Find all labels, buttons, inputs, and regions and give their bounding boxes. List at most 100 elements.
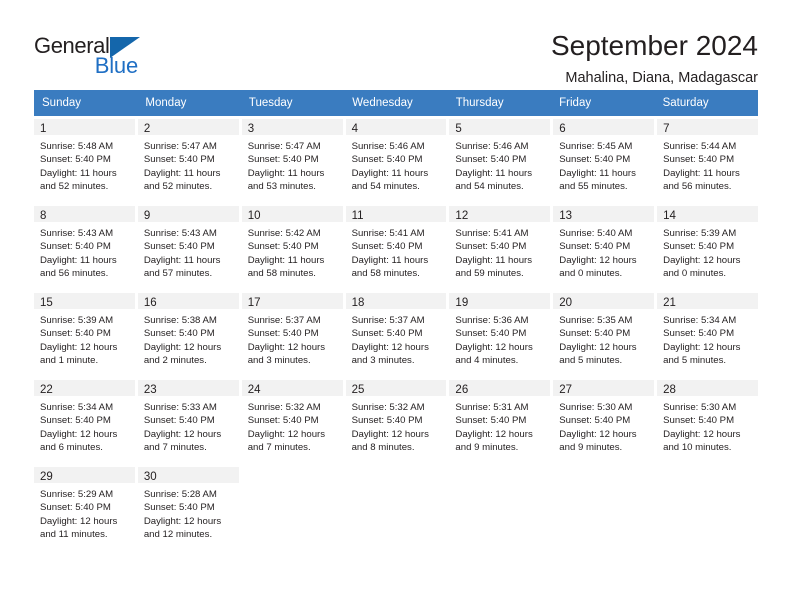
- sunset-text: Sunset: 5:40 PM: [40, 502, 111, 514]
- day-number: 8: [40, 210, 47, 222]
- day-cell[interactable]: 17 Sunrise: 5:37 AM Sunset: 5:40 PM Dayligh…: [241, 293, 343, 377]
- day-cell[interactable]: 12 Sunrise: 5:41 AM Sunset: 5:40 PM Dayligh…: [449, 206, 551, 290]
- weekday-friday: Friday: [559, 97, 592, 109]
- day-details: Sunrise: 5:47 AM Sunset: 5:40 PM Daylight:…: [242, 135, 343, 194]
- sunset-text: Sunset: 5:40 PM: [247, 154, 319, 166]
- day-cell[interactable]: 25 Sunrise: 5:32 AM Sunset: 5:40 PM Dayligh…: [345, 380, 447, 464]
- day-cell[interactable]: 7 Sunrise: 5:44 AM Sunset: 5:40 PM Daylight…: [657, 119, 758, 203]
- day-cell[interactable]: 14 Sunrise: 5:39 AM Sunset: 5:40 PM Dayligh…: [657, 206, 758, 290]
- daylight-text: Daylight: 11 hours and 52 minutes.: [143, 167, 221, 193]
- day-cell[interactable]: 24 Sunrise: 5:32 AM Sunset: 5:40 PM Dayligh…: [241, 380, 343, 464]
- day-cell[interactable]: 27 Sunrise: 5:30 AM Sunset: 5:40 PM Dayligh…: [553, 380, 655, 464]
- day-number: 13: [559, 210, 573, 222]
- day-cell[interactable]: 29 Sunrise: 5:29 AM Sunset: 5:40 PM Dayligh…: [34, 467, 135, 551]
- day-details: Sunrise: 5:46 AM Sunset: 5:40 PM Daylight:…: [449, 135, 550, 194]
- day-cell[interactable]: 11 Sunrise: 5:41 AM Sunset: 5:40 PM Dayligh…: [345, 206, 447, 290]
- day-number: 18: [351, 297, 365, 309]
- daylight-text: Daylight: 12 hours and 10 minutes.: [663, 428, 741, 454]
- day-details: Sunrise: 5:44 AM Sunset: 5:40 PM Daylight:…: [657, 135, 758, 194]
- sunset-text: Sunset: 5:40 PM: [247, 241, 319, 253]
- daylight-text: Daylight: 12 hours and 4 minutes.: [455, 341, 533, 367]
- day-cell[interactable]: 30 Sunrise: 5:28 AM Sunset: 5:40 PM Dayligh…: [137, 467, 239, 551]
- day-details: Sunrise: 5:43 AM Sunset: 5:40 PM Daylight:…: [138, 222, 239, 281]
- day-number: 26: [455, 384, 469, 396]
- daylight-text: Daylight: 11 hours and 59 minutes.: [455, 254, 533, 280]
- day-cell[interactable]: 13 Sunrise: 5:40 AM Sunset: 5:40 PM Dayligh…: [553, 206, 655, 290]
- sunrise-text: Sunrise: 5:41 AM: [455, 228, 529, 239]
- day-number: 15: [40, 297, 53, 309]
- day-number: 16: [143, 297, 157, 309]
- sunrise-text: Sunrise: 5:47 AM: [247, 141, 321, 152]
- sunrise-text: Sunrise: 5:29 AM: [40, 489, 114, 500]
- day-number-band: [553, 467, 654, 483]
- day-details: Sunrise: 5:42 AM Sunset: 5:40 PM Daylight:…: [242, 222, 343, 281]
- week-row: 29 Sunrise: 5:29 AM Sunset: 5:40 PM Dayligh…: [34, 467, 758, 551]
- day-cell[interactable]: 4 Sunrise: 5:46 AM Sunset: 5:40 PM Daylight…: [345, 119, 447, 203]
- weekday-sunday: Sunday: [42, 97, 82, 109]
- day-number-band: 1: [34, 119, 135, 135]
- calendar-grid: Sunday Monday Tuesday Wednesday Thursday…: [34, 90, 758, 551]
- day-cell[interactable]: 16 Sunrise: 5:38 AM Sunset: 5:40 PM Dayligh…: [137, 293, 239, 377]
- sunset-text: Sunset: 5:40 PM: [455, 154, 527, 166]
- day-cell[interactable]: 23 Sunrise: 5:33 AM Sunset: 5:40 PM Dayligh…: [137, 380, 239, 464]
- daylight-text: Daylight: 11 hours and 58 minutes.: [351, 254, 429, 280]
- general-blue-logo[interactable]: General Blue: [34, 30, 154, 77]
- day-cell[interactable]: 21 Sunrise: 5:34 AM Sunset: 5:40 PM Dayligh…: [657, 293, 758, 377]
- sunset-text: Sunset: 5:40 PM: [351, 415, 423, 427]
- week-row: 8 Sunrise: 5:43 AM Sunset: 5:40 PM Daylight…: [34, 206, 758, 290]
- daylight-text: Daylight: 12 hours and 3 minutes.: [351, 341, 429, 367]
- day-cell[interactable]: 9 Sunrise: 5:43 AM Sunset: 5:40 PM Daylight…: [137, 206, 239, 290]
- day-number-band: 12: [449, 206, 551, 222]
- day-number: 4: [351, 123, 358, 135]
- sunrise-text: Sunrise: 5:32 AM: [351, 402, 425, 413]
- sunset-text: Sunset: 5:40 PM: [40, 241, 111, 253]
- day-cell[interactable]: 15 Sunrise: 5:39 AM Sunset: 5:40 PM Dayligh…: [34, 293, 135, 377]
- sunrise-text: Sunrise: 5:43 AM: [40, 228, 114, 239]
- day-details: Sunrise: 5:28 AM Sunset: 5:40 PM Daylight:…: [138, 483, 239, 542]
- daylight-text: Daylight: 12 hours and 2 minutes.: [143, 341, 222, 367]
- sunrise-text: Sunrise: 5:46 AM: [455, 141, 529, 152]
- day-number: 10: [247, 210, 261, 222]
- day-number-band: 28: [657, 380, 758, 396]
- daylight-text: Daylight: 12 hours and 7 minutes.: [143, 428, 222, 454]
- day-number: 12: [455, 210, 469, 222]
- day-cell[interactable]: 5 Sunrise: 5:46 AM Sunset: 5:40 PM Daylight…: [449, 119, 551, 203]
- daylight-text: Daylight: 11 hours and 53 minutes.: [247, 167, 325, 193]
- day-cell-empty: [449, 467, 551, 551]
- day-cell[interactable]: 3 Sunrise: 5:47 AM Sunset: 5:40 PM Daylight…: [241, 119, 343, 203]
- sunset-text: Sunset: 5:40 PM: [40, 415, 111, 427]
- day-cell[interactable]: 6 Sunrise: 5:45 AM Sunset: 5:40 PM Daylight…: [553, 119, 655, 203]
- weekday-tuesday: Tuesday: [248, 97, 293, 109]
- day-number-band: 27: [553, 380, 655, 396]
- day-cell[interactable]: 20 Sunrise: 5:35 AM Sunset: 5:40 PM Dayligh…: [553, 293, 655, 377]
- sunrise-text: Sunrise: 5:28 AM: [143, 489, 217, 500]
- day-cell[interactable]: 8 Sunrise: 5:43 AM Sunset: 5:40 PM Daylight…: [34, 206, 135, 290]
- day-cell[interactable]: 22 Sunrise: 5:34 AM Sunset: 5:40 PM Dayligh…: [34, 380, 135, 464]
- day-number: 14: [663, 210, 676, 222]
- day-number: 9: [143, 210, 151, 222]
- day-cell[interactable]: 18 Sunrise: 5:37 AM Sunset: 5:40 PM Dayligh…: [345, 293, 447, 377]
- sunrise-text: Sunrise: 5:40 AM: [559, 228, 633, 239]
- weekday-header-row: Sunday Monday Tuesday Wednesday Thursday…: [34, 90, 758, 116]
- day-details: Sunrise: 5:47 AM Sunset: 5:40 PM Daylight:…: [138, 135, 239, 194]
- day-number-band: 29: [34, 467, 135, 483]
- sunset-text: Sunset: 5:40 PM: [143, 502, 215, 514]
- daylight-text: Daylight: 12 hours and 5 minutes.: [559, 341, 637, 367]
- day-details: Sunrise: 5:30 AM Sunset: 5:40 PM Daylight:…: [657, 396, 758, 455]
- day-cell[interactable]: 28 Sunrise: 5:30 AM Sunset: 5:40 PM Dayligh…: [657, 380, 758, 464]
- page-header: General Blue September 2024 Mahalina, Di…: [0, 0, 792, 86]
- day-cell[interactable]: 2 Sunrise: 5:47 AM Sunset: 5:40 PM Daylight…: [137, 119, 239, 203]
- day-cell[interactable]: 10 Sunrise: 5:42 AM Sunset: 5:40 PM Dayligh…: [241, 206, 343, 290]
- day-cell[interactable]: 26 Sunrise: 5:31 AM Sunset: 5:40 PM Dayligh…: [449, 380, 551, 464]
- sunrise-text: Sunrise: 5:37 AM: [351, 315, 425, 326]
- day-cell[interactable]: 1 Sunrise: 5:48 AM Sunset: 5:40 PM Daylight…: [34, 119, 135, 203]
- sunset-text: Sunset: 5:40 PM: [663, 241, 735, 253]
- day-number-band: 5: [449, 119, 551, 135]
- day-number-band: 10: [241, 206, 343, 222]
- week-row: 22 Sunrise: 5:34 AM Sunset: 5:40 PM Dayligh…: [34, 380, 758, 464]
- daylight-text: Daylight: 11 hours and 55 minutes.: [559, 167, 636, 193]
- day-number-band: 11: [345, 206, 447, 222]
- day-details: Sunrise: 5:37 AM Sunset: 5:40 PM Daylight:…: [346, 309, 447, 368]
- day-cell[interactable]: 19 Sunrise: 5:36 AM Sunset: 5:40 PM Dayligh…: [449, 293, 551, 377]
- day-details: Sunrise: 5:39 AM Sunset: 5:40 PM Daylight:…: [657, 222, 758, 281]
